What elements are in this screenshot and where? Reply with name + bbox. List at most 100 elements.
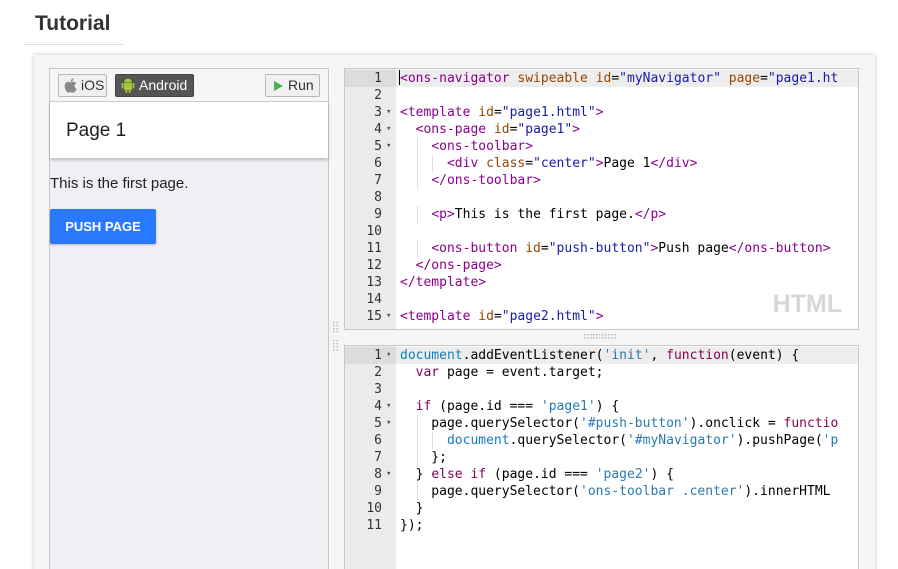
js-code-text: };: [396, 449, 858, 466]
code-token: <template: [400, 105, 479, 120]
push-page-button[interactable]: PUSH PAGE: [50, 209, 156, 244]
android-tab-label: Android: [139, 77, 188, 93]
html-line-number-cell: 10: [345, 223, 396, 240]
html-line-number: 2: [374, 88, 382, 103]
run-button[interactable]: Run: [265, 74, 320, 97]
html-code-line: 10: [345, 223, 858, 240]
horizontal-resize-handle[interactable]: [584, 334, 618, 339]
js-line-number: 1: [374, 348, 382, 363]
indent-guide: [432, 432, 434, 449]
code-token: <ons-navigator: [400, 71, 518, 86]
js-line-number-cell: 11: [345, 517, 396, 534]
code-token: =: [611, 71, 620, 86]
code-token: page = event.target;: [439, 365, 604, 380]
indent-guide: [432, 155, 434, 172]
code-token: }: [400, 467, 432, 482]
js-line-number-cell: 2: [345, 364, 396, 381]
js-line-number: 7: [374, 450, 382, 465]
html-line-number: 12: [366, 258, 382, 273]
js-line-number-cell: 9: [345, 483, 396, 500]
html-code-line: 5 ▾ <ons-toolbar>: [345, 138, 858, 155]
html-code-text: [396, 87, 858, 104]
ios-tab[interactable]: iOS: [58, 74, 107, 97]
js-code-line: 9 page.querySelector('ons-toolbar .cente…: [345, 483, 858, 500]
html-editor[interactable]: 1 <ons-navigator swipeable id="myNavigato…: [344, 68, 859, 330]
indent-guide: [416, 432, 418, 449]
code-token: =: [493, 309, 502, 324]
android-icon: [121, 78, 135, 93]
html-line-number: 13: [366, 275, 382, 290]
code-token: page.querySelector(: [400, 416, 581, 431]
js-code-text: });: [396, 517, 858, 534]
fold-arrow-icon[interactable]: ▾: [386, 104, 391, 121]
html-line-number-cell: 7: [345, 172, 396, 189]
code-token: swipeable: [517, 71, 596, 86]
html-line-number: 7: [374, 173, 382, 188]
code-token: });: [400, 518, 424, 533]
code-token: page.querySelector(: [400, 484, 581, 499]
html-line-number: 9: [374, 207, 382, 222]
fold-arrow-icon[interactable]: ▾: [386, 466, 391, 483]
android-tab[interactable]: Android: [115, 74, 194, 97]
code-token: <ons-toolbar>: [431, 139, 534, 154]
js-code-line: 11});: [345, 517, 858, 534]
html-code-text: </ons-page>: [396, 257, 858, 274]
html-code-text: </ons-toolbar>: [396, 172, 858, 189]
code-token: (event) {: [728, 348, 800, 363]
js-line-number: 3: [374, 382, 382, 397]
fold-arrow-icon[interactable]: ▾: [386, 121, 391, 138]
js-code-line: 3: [345, 381, 858, 398]
code-token: >: [595, 156, 604, 171]
code-token: id: [478, 309, 494, 324]
code-token: "page1.html": [501, 105, 596, 120]
code-token: "page1.ht: [767, 71, 839, 86]
code-token: </p>: [634, 207, 667, 222]
fold-arrow-icon[interactable]: ▾: [386, 138, 391, 155]
code-token: <ons-page: [415, 122, 494, 137]
html-code-text: <div class="center">Page 1</div>: [396, 155, 858, 172]
html-code-line: 2: [345, 87, 858, 104]
js-line-number: 5: [374, 416, 382, 431]
indent-guide: [416, 172, 418, 189]
code-token: </div>: [650, 156, 698, 171]
js-line-number-cell: 5 ▾: [345, 415, 396, 432]
play-icon: [274, 80, 283, 91]
code-token: <div: [446, 156, 487, 171]
fold-arrow-icon[interactable]: ▾: [386, 398, 391, 415]
html-code-line: 13 </template>: [345, 274, 858, 291]
js-code-text: }: [396, 500, 858, 517]
html-line-number-cell: 12: [345, 257, 396, 274]
js-line-number-cell: 6: [345, 432, 396, 449]
text-cursor: [399, 70, 400, 85]
code-token: 'ons-toolbar .center': [580, 484, 745, 499]
code-token: =: [493, 105, 502, 120]
fold-arrow-icon[interactable]: ▾: [386, 415, 391, 432]
toolbar-title: Page 1: [66, 120, 127, 141]
fold-arrow-icon[interactable]: ▾: [386, 347, 391, 364]
run-button-label: Run: [288, 77, 314, 93]
code-token: 'p: [822, 433, 839, 448]
fold-arrow-icon[interactable]: ▾: [386, 308, 391, 325]
code-token: ).innerHTML: [744, 484, 831, 499]
code-token: "myNavigator": [619, 71, 729, 86]
html-line-number: 3: [374, 105, 382, 120]
js-editor[interactable]: 1 ▾ document.addEventListener('init', func…: [344, 345, 859, 569]
vertical-resize-handle[interactable]: [333, 322, 339, 354]
code-token: "page2.html": [501, 309, 596, 324]
html-line-number: 10: [366, 224, 382, 239]
js-line-number-cell: 7: [345, 449, 396, 466]
js-code-line: 7 };: [345, 449, 858, 466]
js-line-number: 10: [366, 501, 382, 516]
html-line-number-cell: 3 ▾: [345, 104, 396, 121]
code-token: ,: [650, 348, 667, 363]
html-line-number: 1: [374, 71, 382, 86]
js-line-number: 8: [374, 467, 382, 482]
indent-guide: [416, 483, 418, 500]
html-code-text: <ons-button id="push-button">Push page</…: [396, 240, 858, 257]
code-token: document: [400, 348, 463, 363]
code-token: =: [760, 71, 768, 86]
html-line-number: 11: [366, 241, 382, 256]
